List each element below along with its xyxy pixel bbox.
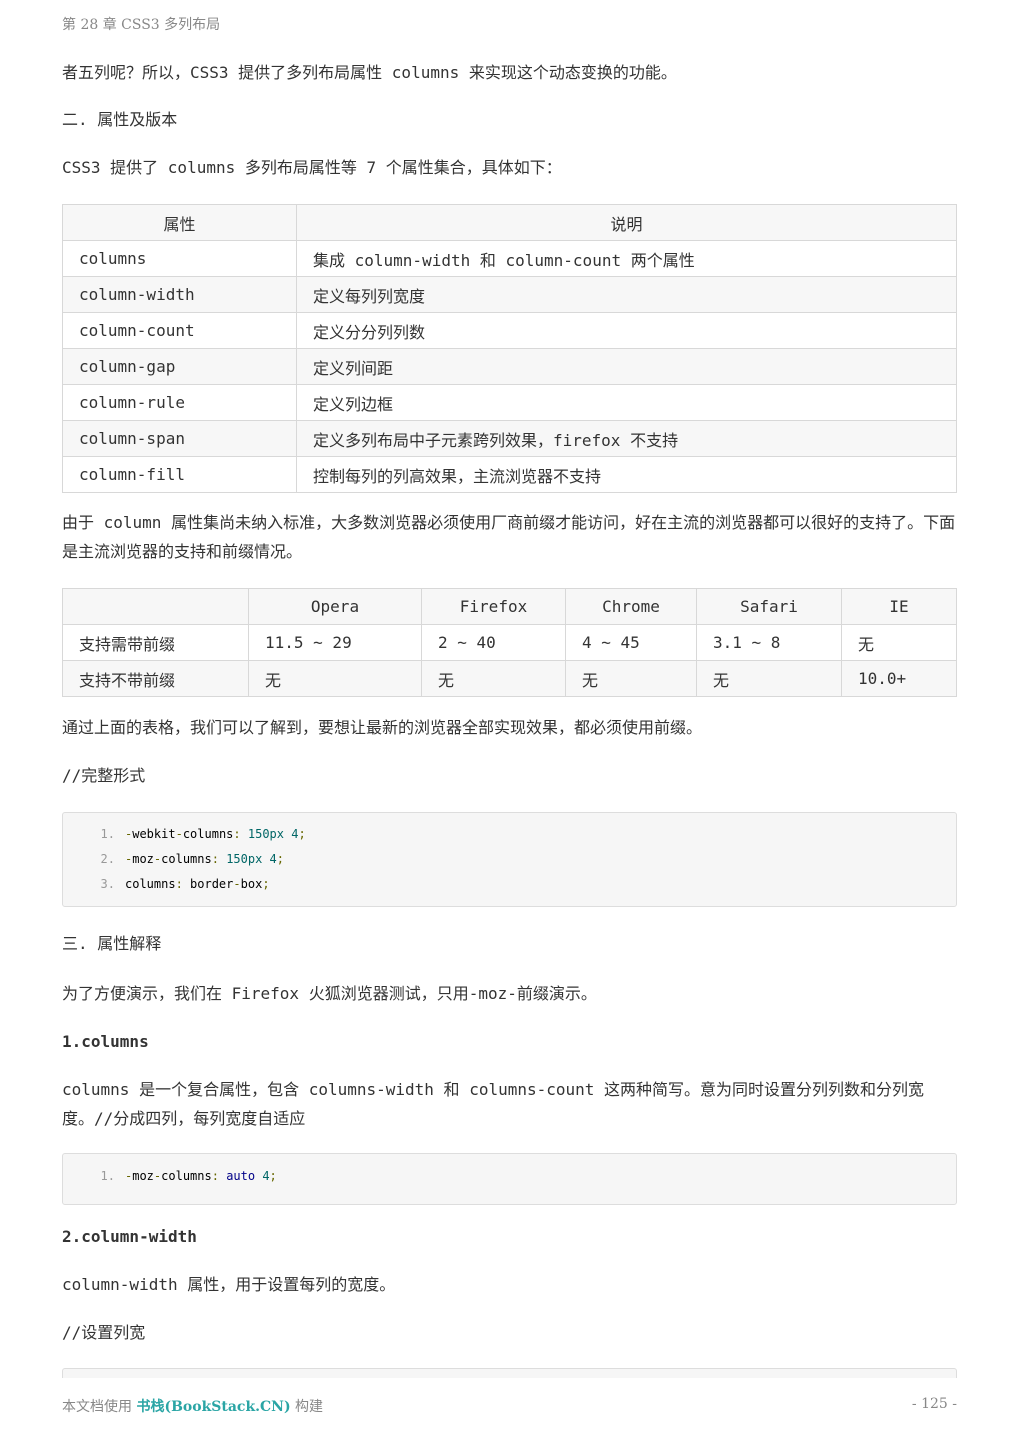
property-description: 定义多列布局中子元素跨列效果，firefox 不支持 [296, 420, 957, 457]
paragraph-conclusion: 通过上面的表格，我们可以了解到，要想让最新的浏览器全部实现效果，都必须使用前缀。 [62, 718, 703, 737]
line-number: 3. [100, 877, 115, 891]
browser-table-header: Opera Firefox Chrome Safari IE [62, 588, 957, 625]
column-header: Safari [696, 588, 842, 625]
table-cell: 无 [421, 660, 566, 697]
paragraph-demo-note: 为了方便演示，我们在 Firefox 火狐浏览器测试，只用-moz-前缀演示。 [62, 984, 597, 1003]
property-name: column-rule [62, 384, 297, 421]
table-cell: 4 ~ 45 [565, 624, 697, 661]
table-row: column-count 定义分分列列数 [62, 312, 957, 349]
table-cell: 无 [841, 624, 957, 661]
subheading-columns: 1.columns [62, 1032, 149, 1051]
line-number: 2. [100, 852, 115, 866]
column-header: IE [841, 588, 957, 625]
paragraph-columns-desc: columns 是一个复合属性，包含 columns-width 和 colum… [62, 1080, 925, 1128]
table-cell: 11.5 ~ 29 [248, 624, 422, 661]
chapter-header: 第 28 章 CSS3 多列布局 [62, 17, 221, 33]
code-line: 2. -moz-columns: 150px 4; [63, 847, 956, 872]
comment-set-width: //设置列宽 [62, 1323, 146, 1342]
table-cell: 无 [696, 660, 842, 697]
table-row: 支持需带前缀 11.5 ~ 29 2 ~ 40 4 ~ 45 3.1 ~ 8 无 [62, 624, 957, 661]
code-line: 1. -webkit-columns: 150px 4; [63, 822, 956, 847]
row-label: 支持需带前缀 [62, 624, 249, 661]
property-name: column-fill [62, 456, 297, 493]
column-header: Firefox [421, 588, 566, 625]
property-description: 定义列间距 [296, 348, 957, 385]
section-heading-two: 二. 属性及版本 [62, 110, 178, 129]
paragraph-intro: 者五列呢？所以，CSS3 提供了多列布局属性 columns 来实现这个动态变换… [62, 63, 677, 82]
table-row: column-gap 定义列间距 [62, 348, 957, 385]
bookstack-link[interactable]: 书栈(BookStack.CN) [136, 1399, 290, 1415]
column-header: 属性 [62, 204, 297, 241]
page-footer: 本文档使用 书栈(BookStack.CN) 构建 - 125 - [62, 1378, 957, 1440]
table-row: column-rule 定义列边框 [62, 384, 957, 421]
section-heading-three: 三. 属性解释 [62, 934, 162, 953]
subheading-column-width: 2.column-width [62, 1227, 197, 1246]
property-description: 定义每列列宽度 [296, 276, 957, 313]
column-header [62, 588, 249, 625]
browser-support-table: Opera Firefox Chrome Safari IE 支持需带前缀 11… [62, 588, 957, 697]
properties-table-header: 属性 说明 [62, 204, 957, 241]
property-name: column-count [62, 312, 297, 349]
line-number: 1. [100, 827, 115, 841]
property-description: 控制每列的列高效果，主流浏览器不支持 [296, 456, 957, 493]
table-cell: 10.0+ [841, 660, 957, 697]
footer-credit: 本文档使用 书栈(BookStack.CN) 构建 [62, 1399, 324, 1415]
property-name: column-span [62, 420, 297, 457]
properties-table: 属性 说明 columns 集成 column-width 和 column-c… [62, 204, 957, 493]
paragraph-column-width-desc: column-width 属性，用于设置每列的宽度。 [62, 1275, 396, 1294]
table-row: column-width 定义每列列宽度 [62, 276, 957, 313]
table-row: columns 集成 column-width 和 column-count 两… [62, 240, 957, 277]
column-header: Chrome [565, 588, 697, 625]
property-description: 定义分分列列数 [296, 312, 957, 349]
table-cell: 无 [565, 660, 697, 697]
table-row: column-span 定义多列布局中子元素跨列效果，firefox 不支持 [62, 420, 957, 457]
code-line: 3. columns: border-box; [63, 872, 956, 897]
code-line: 1. -moz-columns: auto 4; [63, 1164, 956, 1189]
code-block-full-form: 1. -webkit-columns: 150px 4; 2. -moz-colum… [62, 812, 957, 907]
table-cell: 3.1 ~ 8 [696, 624, 842, 661]
table-row: column-fill 控制每列的列高效果，主流浏览器不支持 [62, 456, 957, 493]
paragraph-vendor-prefix: 由于 column 属性集尚未纳入标准，大多数浏览器必须使用厂商前缀才能访问，好… [62, 513, 956, 561]
property-name: column-width [62, 276, 297, 313]
comment-full-form: //完整形式 [62, 766, 146, 785]
line-number: 1. [100, 1169, 115, 1183]
code-block-columns: 1. -moz-columns: auto 4; [62, 1153, 957, 1205]
property-description: 集成 column-width 和 column-count 两个属性 [296, 240, 957, 277]
table-cell: 无 [248, 660, 422, 697]
table-row: 支持不带前缀 无 无 无 无 10.0+ [62, 660, 957, 697]
column-header: Opera [248, 588, 422, 625]
page-number: - 125 - [911, 1396, 957, 1412]
paragraph-properties-intro: CSS3 提供了 columns 多列布局属性等 7 个属性集合，具体如下： [62, 158, 562, 177]
row-label: 支持不带前缀 [62, 660, 249, 697]
table-cell: 2 ~ 40 [421, 624, 566, 661]
property-description: 定义列边框 [296, 384, 957, 421]
property-name: columns [62, 240, 297, 277]
column-header: 说明 [296, 204, 957, 241]
property-name: column-gap [62, 348, 297, 385]
